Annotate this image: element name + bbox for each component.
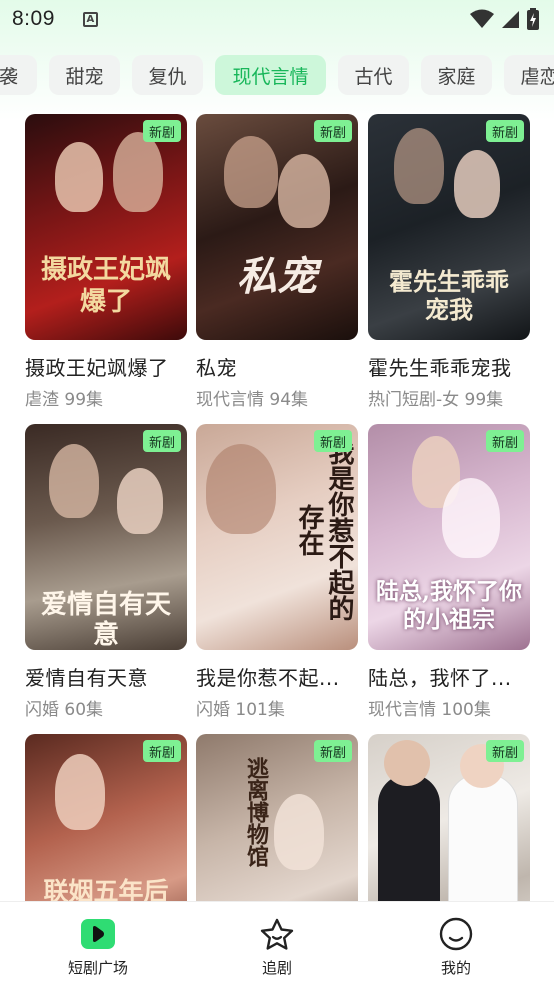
poster-figure [278, 154, 330, 228]
drama-meta: 现代言情 100集 [368, 700, 491, 720]
tab-item[interactable]: 虐恋 [504, 55, 554, 95]
tab-label: 现代言情 [232, 65, 309, 88]
poster-figure [206, 444, 276, 534]
tab-label: 甜宠 [65, 65, 104, 88]
poster-title-art: 逃离博物馆 [243, 757, 269, 867]
tab-item[interactable]: 古代 [338, 55, 409, 95]
new-badge: 新剧 [313, 120, 352, 142]
status-time: 8:09 [12, 7, 55, 30]
poster-figure [55, 142, 103, 212]
drama-meta: 闪婚 101集 [196, 700, 285, 720]
drama-title: 陆总，我怀了... [368, 666, 512, 690]
nav-label: 追剧 [261, 959, 292, 977]
drama-meta: 闪婚 60集 [25, 700, 104, 720]
signal-icon [502, 11, 519, 28]
category-tabs: 袭 甜宠 复仇 现代言情 古代 家庭 虐恋 [0, 55, 554, 95]
drama-title: 霍先生乖乖宠我 [368, 356, 512, 380]
poster-title-art: 霍先生乖乖宠我 [389, 267, 509, 324]
poster-title-art: 爱情自有天意 [40, 590, 171, 650]
poster-figure [224, 136, 278, 208]
drama-title: 摄政王妃飒爆了 [25, 356, 169, 380]
poster-figure [113, 132, 163, 212]
drama-title: 爱情自有天意 [25, 666, 148, 690]
poster-image[interactable]: 我是你惹不起的存在 [196, 424, 358, 650]
tab-label: 复仇 [148, 65, 187, 88]
poster-title-art: 陆总,我怀了你的小祖宗 [376, 578, 523, 633]
poster-figure [49, 444, 99, 518]
tab-item[interactable]: 复仇 [132, 55, 203, 95]
tab-item[interactable]: 甜宠 [49, 55, 120, 95]
nav-drama-square[interactable]: 短剧广场 [38, 902, 158, 985]
drama-title: 私宠 [196, 356, 237, 380]
new-badge: 新剧 [142, 430, 181, 452]
tab-label: 古代 [354, 65, 393, 88]
poster-title-art: 我是你惹不起的存在 [294, 439, 354, 621]
poster-figure [454, 150, 500, 218]
tab-item-active[interactable]: 现代言情 [215, 55, 326, 95]
nav-mine[interactable]: 我的 [396, 902, 516, 985]
new-badge: 新剧 [313, 740, 352, 762]
poster-image[interactable]: 爱情自有天意 [25, 424, 187, 650]
new-badge: 新剧 [313, 430, 352, 452]
play-icon [81, 919, 115, 949]
poster-image[interactable]: 陆总,我怀了你的小祖宗 [368, 424, 530, 650]
nav-follow[interactable]: 追剧 [217, 902, 337, 985]
tab-item[interactable]: 家庭 [421, 55, 492, 95]
star-icon [260, 918, 294, 950]
tab-label: 家庭 [437, 65, 476, 88]
poster-figure [274, 794, 324, 870]
poster-image[interactable]: 私宠 [196, 114, 358, 340]
poster-figure [384, 740, 430, 786]
drama-meta: 热门短剧-女 99集 [368, 390, 504, 410]
battery-icon [527, 8, 539, 30]
tab-item[interactable]: 袭 [0, 55, 37, 95]
poster-figure [117, 468, 163, 534]
poster-figure [442, 478, 500, 558]
new-badge: 新剧 [485, 120, 524, 142]
new-badge: 新剧 [142, 740, 181, 762]
nav-label: 短剧广场 [67, 959, 128, 977]
tab-label: 袭 [0, 65, 18, 88]
poster-title-art: 摄政王妃飒爆了 [40, 255, 171, 317]
status-bar: 8:09 A [0, 0, 554, 38]
poster-figure [394, 128, 444, 204]
new-badge: 新剧 [485, 430, 524, 452]
new-badge: 新剧 [142, 120, 181, 142]
accessibility-icon: A [82, 11, 98, 27]
poster-figure [55, 754, 105, 830]
drama-meta: 虐渣 99集 [25, 390, 104, 410]
status-icons [470, 8, 540, 30]
drama-title: 我是你惹不起... [196, 666, 340, 690]
drama-meta: 现代言情 94集 [196, 390, 309, 410]
tab-label: 虐恋 [520, 65, 554, 88]
wifi-icon [470, 9, 494, 28]
poster-title-art: 私宠 [237, 253, 317, 300]
nav-label: 我的 [440, 959, 471, 977]
new-badge: 新剧 [485, 740, 524, 762]
bottom-navigation: 短剧广场 追剧 我的 [0, 901, 554, 985]
smile-icon [439, 917, 473, 951]
poster-image[interactable]: 摄政王妃飒爆了 [25, 114, 187, 340]
poster-image[interactable]: 霍先生乖乖宠我 [368, 114, 530, 340]
